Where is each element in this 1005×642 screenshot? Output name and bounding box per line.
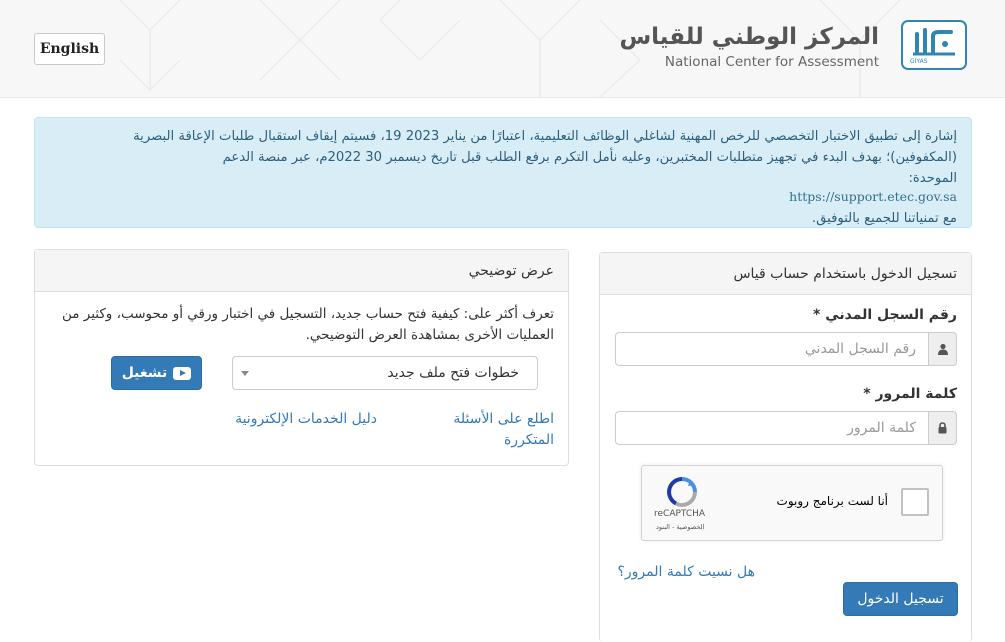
eservices-guide-link[interactable]: دليل الخدمات الإلكترونية — [217, 409, 377, 430]
recaptcha-logo-icon — [667, 477, 697, 507]
play-button[interactable]: تشغيل — [111, 356, 202, 390]
logo-arabic-name: المركز الوطني للقياس — [619, 24, 879, 50]
user-icon — [928, 332, 957, 366]
notice-url-row: https://support.etec.gov.sa — [49, 186, 957, 208]
password-input[interactable] — [615, 411, 928, 445]
site-header: English المركز الوطني للقياس National Ce… — [0, 0, 1005, 98]
info-notice: إشارة إلى تطبيق الاختبار التخصصي للرخص ا… — [34, 117, 972, 228]
demo-select-value: خطوات فتح ملف جديد — [387, 365, 519, 381]
forgot-password-link[interactable]: هل نسيت كلمة المرور؟ — [617, 562, 755, 583]
logo-text: المركز الوطني للقياس National Center for… — [619, 22, 879, 70]
caret-down-icon — [241, 371, 249, 376]
notice-unified-label: الموحدة: — [908, 171, 957, 186]
notice-line-4: مع تمنياتنا للجميع بالتوفيق. — [811, 211, 957, 226]
lock-icon — [928, 411, 957, 445]
recaptcha-label: أنا لست برنامج روبوت — [776, 494, 888, 508]
national-id-field-group — [615, 332, 957, 366]
play-button-label: تشغيل — [121, 365, 168, 381]
demo-description: تعرف أكثر على: كيفية فتح حساب جديد، التس… — [61, 306, 554, 343]
youtube-play-icon — [173, 366, 192, 380]
recaptcha-checkbox[interactable] — [901, 488, 929, 516]
recaptcha-terms-link[interactable]: الخصوصية - البنود — [656, 523, 704, 531]
recaptcha-widget: أنا لست برنامج روبوت reCAPTCHA الخصوصية … — [641, 465, 943, 541]
national-id-input[interactable] — [615, 332, 928, 366]
recaptcha-brand: reCAPTCHA — [654, 509, 706, 519]
language-toggle-button[interactable]: English — [34, 33, 105, 65]
qiyas-logo-icon: GIYAS — [901, 20, 967, 70]
login-submit-button[interactable]: تسجيل الدخول — [843, 582, 958, 616]
demo-panel: عرض توضيحي تعرف أكثر على: كيفية فتح حساب… — [34, 249, 569, 466]
demo-select[interactable]: خطوات فتح ملف جديد — [232, 356, 538, 390]
login-panel: تسجيل الدخول باستخدام حساب قياس رقم السج… — [599, 252, 972, 642]
notice-line-2: (المكفوفين)؛ بهدف البدء في تجهيز متطلبات… — [222, 150, 957, 165]
notice-line-1: إشارة إلى تطبيق الاختبار التخصصي للرخص ا… — [133, 129, 957, 144]
demo-panel-title: عرض توضيحي — [35, 250, 568, 292]
password-field-group — [615, 411, 957, 445]
faq-link[interactable]: اطلع على الأسئلة المتكررة — [424, 409, 554, 451]
logo-mark-text: GIYAS — [910, 58, 928, 65]
logo-english-name: National Center for Assessment — [664, 54, 879, 70]
national-id-label: رقم السجل المدني * — [813, 307, 957, 323]
login-panel-title: تسجيل الدخول باستخدام حساب قياس — [600, 253, 971, 295]
support-url: https://support.etec.gov.sa — [789, 189, 957, 204]
password-label: كلمة المرور * — [863, 386, 957, 402]
